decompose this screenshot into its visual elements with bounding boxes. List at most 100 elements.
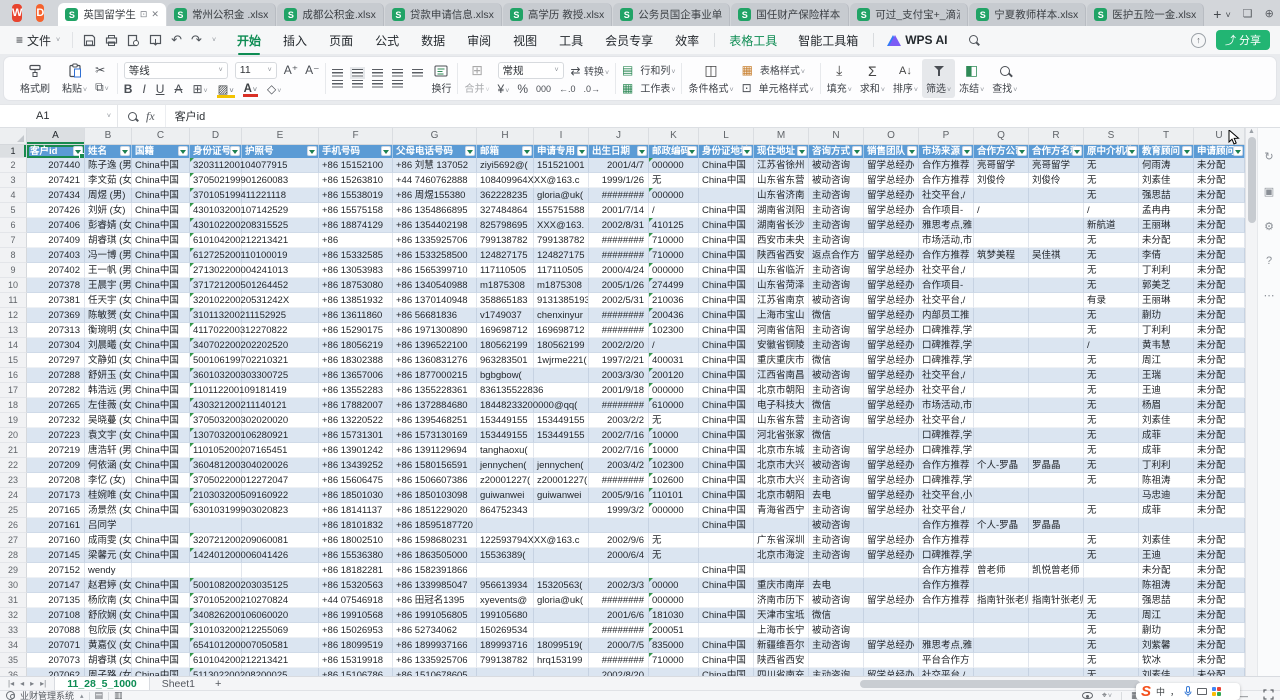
- cell[interactable]: 未分配: [1194, 233, 1245, 248]
- stamp-icon[interactable]: ▤: [95, 690, 104, 700]
- table-header-cell[interactable]: 身份证号: [190, 145, 242, 158]
- filter-dropdown-button[interactable]: [230, 146, 240, 156]
- cell[interactable]: China中国: [132, 668, 190, 676]
- filter-dropdown-button[interactable]: [120, 146, 130, 156]
- cell[interactable]: 000000: [649, 188, 699, 203]
- cell[interactable]: [534, 668, 589, 676]
- cell[interactable]: 曾老师: [974, 563, 1029, 578]
- cell[interactable]: 吴晓蔓 (女: [85, 413, 132, 428]
- format-painter-button[interactable]: 格式刷: [16, 61, 54, 96]
- formula-input[interactable]: 客户id: [166, 105, 206, 127]
- cell[interactable]: +86 刘慧 137052: [393, 158, 477, 173]
- cell[interactable]: 合作方推荐: [919, 458, 974, 473]
- cell[interactable]: China中国: [132, 383, 190, 398]
- cell[interactable]: 200436: [649, 308, 699, 323]
- find-button[interactable]: 查找˅: [988, 59, 1021, 98]
- font-size-select[interactable]: 11˅: [235, 62, 277, 79]
- cell[interactable]: [1029, 263, 1084, 278]
- cell[interactable]: 110105200207165451: [190, 443, 242, 458]
- tab-table-tools[interactable]: 表格工具: [719, 29, 787, 52]
- cell[interactable]: [534, 608, 589, 623]
- cell[interactable]: 四川省南充: [754, 668, 809, 676]
- cell[interactable]: 周江: [1139, 353, 1194, 368]
- file-menu[interactable]: ≡ 文件 ˅: [8, 32, 68, 49]
- cell[interactable]: 社交平台,小: [919, 488, 974, 503]
- cell[interactable]: [919, 623, 974, 638]
- cell[interactable]: [1029, 203, 1084, 218]
- cell[interactable]: [974, 278, 1029, 293]
- cell[interactable]: China中国: [699, 323, 754, 338]
- cell[interactable]: 207073: [27, 653, 85, 668]
- cell[interactable]: 主动咨询: [809, 533, 864, 548]
- last-sheet-icon[interactable]: ▸|: [40, 679, 46, 688]
- cell[interactable]: 370502199901260083: [190, 173, 242, 188]
- document-tab[interactable]: S可过_支付宝+_滴滴: [850, 3, 968, 26]
- cell[interactable]: +86 1899937166: [393, 638, 477, 653]
- row-header[interactable]: 30: [0, 578, 27, 593]
- table-header-cell[interactable]: 邮箱: [477, 145, 534, 158]
- cell[interactable]: [864, 518, 919, 533]
- cell[interactable]: 未分配: [1139, 563, 1194, 578]
- cell[interactable]: 无: [1084, 593, 1139, 608]
- cell[interactable]: 个人-罗晶: [974, 518, 1029, 533]
- cell[interactable]: 主动咨询: [809, 383, 864, 398]
- cell[interactable]: 210303200509160922: [190, 488, 242, 503]
- fullscreen-icon[interactable]: [1263, 689, 1274, 700]
- cell[interactable]: 207313: [27, 323, 85, 338]
- cell[interactable]: 口碑推荐,学: [919, 353, 974, 368]
- cell[interactable]: 未分配: [1194, 188, 1245, 203]
- table-header-cell[interactable]: 销售团队: [864, 145, 919, 158]
- cell[interactable]: 口碑推荐,学: [919, 443, 974, 458]
- cell[interactable]: +86 15538019: [319, 188, 393, 203]
- cell[interactable]: [864, 623, 919, 638]
- filter-dropdown-button[interactable]: [637, 146, 647, 156]
- menu-item[interactable]: 插入: [272, 29, 318, 52]
- table-header-cell[interactable]: 教育顾问: [1139, 145, 1194, 158]
- cell[interactable]: [1029, 473, 1084, 488]
- cell[interactable]: [132, 518, 190, 533]
- table-header-cell[interactable]: 国籍: [132, 145, 190, 158]
- cell[interactable]: 153449155: [477, 428, 534, 443]
- undo-icon[interactable]: ↶: [171, 32, 182, 48]
- cell[interactable]: 207369: [27, 308, 85, 323]
- cell[interactable]: 新航道: [1084, 218, 1139, 233]
- cell[interactable]: China中国: [132, 203, 190, 218]
- rows-cols-button[interactable]: 行和列˅: [640, 62, 675, 77]
- cell[interactable]: 未分配: [1194, 413, 1245, 428]
- cell[interactable]: 15536389(: [477, 548, 534, 563]
- cell[interactable]: 西安市未央: [754, 233, 809, 248]
- cell[interactable]: 凯悦曾老师: [1029, 563, 1084, 578]
- cell[interactable]: [974, 353, 1029, 368]
- microphone-icon[interactable]: [1184, 686, 1192, 697]
- cell[interactable]: 留学总经办: [864, 383, 919, 398]
- cell[interactable]: +86 15606475: [319, 473, 393, 488]
- cell[interactable]: 未分配: [1194, 158, 1245, 173]
- row-header[interactable]: 4: [0, 188, 27, 203]
- cell[interactable]: 无: [1084, 308, 1139, 323]
- cell[interactable]: China中国: [699, 473, 754, 488]
- cell[interactable]: 社交平台,/: [919, 263, 974, 278]
- cell[interactable]: 124827175: [534, 248, 589, 263]
- cell[interactable]: 亮哥留学: [974, 158, 1029, 173]
- column-header[interactable]: T: [1139, 128, 1194, 144]
- cell[interactable]: 主动咨询: [809, 473, 864, 488]
- cell[interactable]: China中国: [699, 383, 754, 398]
- cell[interactable]: 271302200004241013: [190, 263, 242, 278]
- cell[interactable]: 825798695: [477, 218, 534, 233]
- cell[interactable]: China中国: [132, 233, 190, 248]
- cell[interactable]: 留学总经办: [864, 503, 919, 518]
- cell[interactable]: +86 1533258500: [393, 248, 477, 263]
- cell[interactable]: [1029, 338, 1084, 353]
- cell[interactable]: jennychen(: [534, 458, 589, 473]
- cell[interactable]: 被动咨询: [809, 158, 864, 173]
- column-header[interactable]: F: [319, 128, 393, 144]
- cell[interactable]: China中国: [699, 578, 754, 593]
- cell[interactable]: 无: [1084, 233, 1139, 248]
- sogou-logo-icon[interactable]: S: [1141, 684, 1151, 699]
- row-header[interactable]: 12: [0, 308, 27, 323]
- cell[interactable]: 2002/5/31: [589, 293, 649, 308]
- cell[interactable]: 无: [1084, 248, 1139, 263]
- cell[interactable]: [699, 533, 754, 548]
- cell[interactable]: 指南针张老师: [1029, 593, 1084, 608]
- align-right-icon[interactable]: [372, 80, 383, 88]
